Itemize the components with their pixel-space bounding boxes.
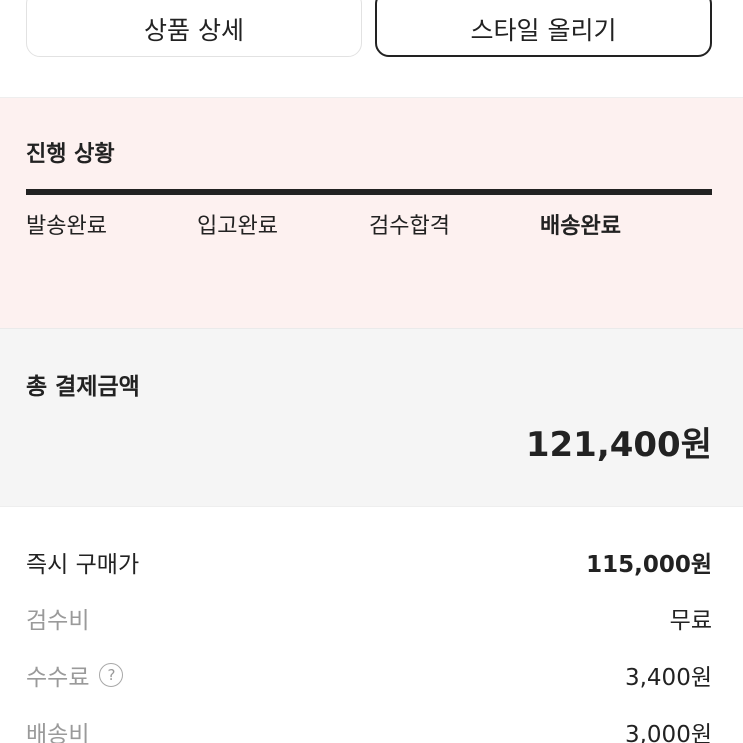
total-payment-label: 총 결제금액 <box>26 374 140 400</box>
buy-price-value: 115,000원 <box>586 552 712 578</box>
product-detail-button[interactable]: 상품 상세 <box>26 0 362 57</box>
progress-title: 진행 상황 <box>26 142 115 167</box>
shipping-fee-label: 배송비 <box>26 722 90 743</box>
step-shipped: 발송완료 <box>26 214 107 239</box>
breakdown-row-commission: 수수료 ? 3,400원 <box>26 655 712 695</box>
price-breakdown: 즉시 구매가 115,000원 검수비 무료 수수료 ? 3,400원 배송비 … <box>0 506 743 743</box>
progress-section: 진행 상황 발송완료 입고완료 검수합격 배송완료 <box>0 97 743 328</box>
breakdown-row-inspection-fee: 검수비 무료 <box>26 598 712 638</box>
inspection-fee-value: 무료 <box>669 608 712 634</box>
progress-bar <box>26 189 712 195</box>
question-circle-icon[interactable]: ? <box>99 663 124 687</box>
breakdown-row-buy-price: 즉시 구매가 115,000원 <box>26 542 712 582</box>
inspection-fee-label: 검수비 <box>26 608 90 634</box>
buy-price-label: 즉시 구매가 <box>26 552 140 578</box>
commission-label: 수수료 <box>26 665 90 691</box>
top-action-bar: 상품 상세 스타일 올리기 <box>0 0 743 97</box>
post-style-button[interactable]: 스타일 올리기 <box>375 0 712 57</box>
total-payment-section: 총 결제금액 121,400원 <box>0 328 743 506</box>
total-payment-amount: 121,400원 <box>525 425 712 465</box>
step-delivered: 배송완료 <box>540 214 621 239</box>
commission-label-group: 수수료 ? <box>26 658 124 692</box>
breakdown-row-shipping-fee: 배송비 3,000원 <box>26 712 712 743</box>
shipping-fee-value: 3,000원 <box>624 722 712 743</box>
step-inspection-passed: 검수합격 <box>369 214 450 239</box>
commission-value: 3,400원 <box>624 665 712 691</box>
step-warehoused: 입고완료 <box>197 214 278 239</box>
